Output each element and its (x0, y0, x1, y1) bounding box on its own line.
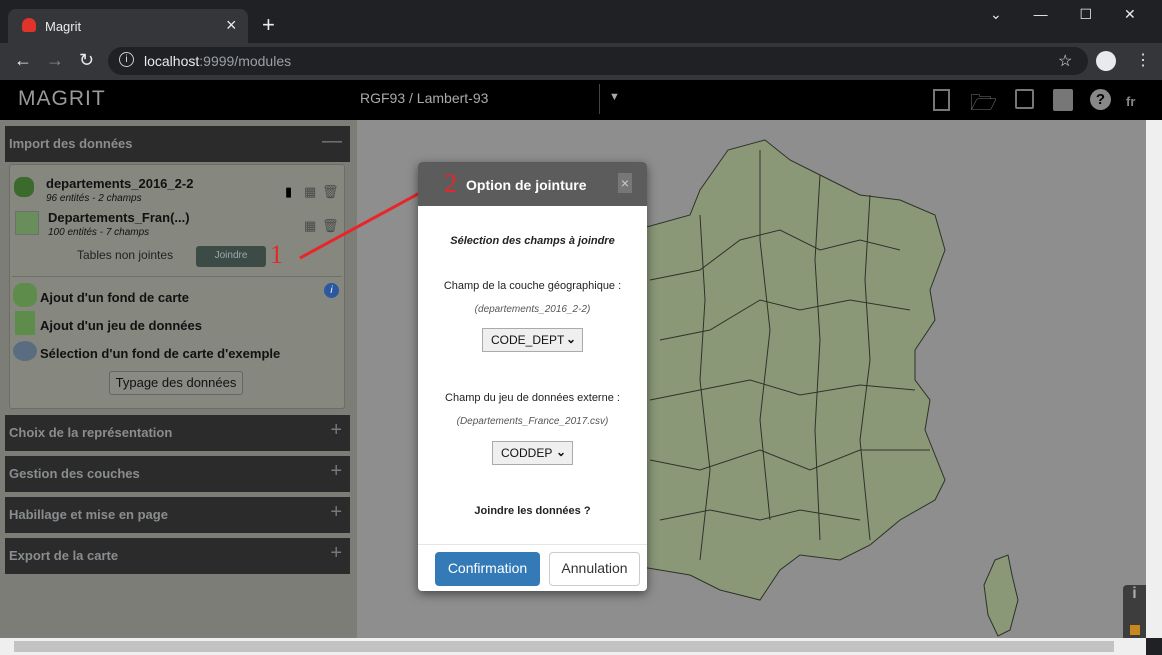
close-button[interactable]: × (618, 173, 632, 193)
ext-field-label: Champ du jeu de données externe : (445, 392, 620, 404)
cancel-button[interactable]: Annulation (549, 552, 640, 586)
dialog-footer-divider (418, 544, 647, 545)
chevron-down-icon: ⌄ (555, 445, 566, 459)
confirm-button[interactable]: Confirmation (435, 552, 540, 586)
dialog-subtitle: Sélection des champs à joindre (450, 235, 615, 247)
dialog-title: Option de jointure (466, 177, 587, 193)
annotation-2: 2 (444, 169, 457, 198)
annotation-1: 1 (270, 240, 283, 269)
join-dialog: 2 Option de jointure × Sélection des cha… (418, 162, 647, 591)
ext-field-value: CODDEP (501, 446, 553, 460)
geo-field-select[interactable]: CODE_DEPT ⌄ (482, 328, 583, 352)
ext-layer-name: (Departements_France_2017.csv) (456, 416, 609, 427)
geo-layer-name: (departements_2016_2-2) (474, 304, 591, 315)
dialog-header: 2 Option de jointure × (418, 162, 647, 206)
geo-field-label: Champ de la couche géographique : (443, 280, 622, 292)
join-question: Joindre les données ? (474, 505, 591, 517)
geo-field-value: CODE_DEPT (491, 333, 565, 347)
chevron-down-icon: ⌄ (565, 332, 576, 346)
ext-field-select[interactable]: CODDEP ⌄ (492, 441, 573, 465)
